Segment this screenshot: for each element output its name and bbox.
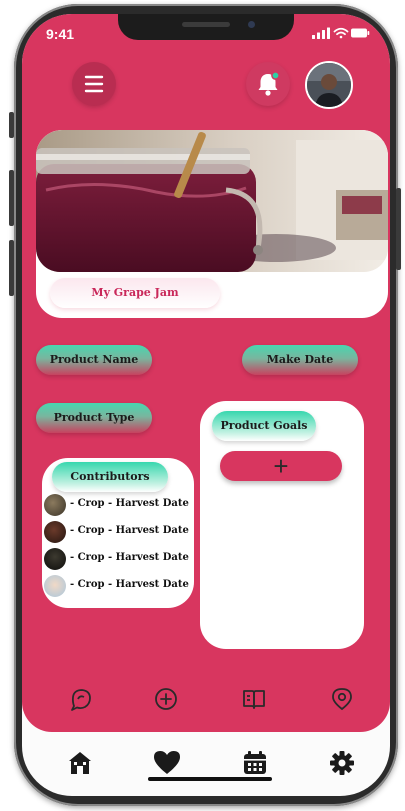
- heart-icon[interactable]: [153, 750, 181, 776]
- contributor-text: - Crop - Harvest Date: [70, 498, 189, 509]
- contributor-text: - Crop - Harvest Date: [70, 525, 189, 536]
- chat-bubble-icon[interactable]: [68, 686, 94, 712]
- user-avatar[interactable]: [305, 61, 353, 109]
- open-book-icon[interactable]: [241, 686, 267, 712]
- product-hero-card: My Grape Jam: [36, 130, 388, 318]
- add-circle-icon[interactable]: [153, 686, 179, 712]
- home-indicator: [148, 777, 272, 781]
- contributors-card: Contributors - Crop - Harvest Date - Cro…: [42, 458, 194, 608]
- phone-mute-switch: [9, 112, 14, 138]
- notification-dot: [271, 71, 280, 80]
- contributor-row[interactable]: - Crop - Harvest Date: [44, 494, 194, 518]
- gear-icon[interactable]: [329, 750, 355, 776]
- home-icon[interactable]: [67, 750, 93, 776]
- product-title[interactable]: My Grape Jam: [50, 278, 220, 308]
- contributor-row[interactable]: - Crop - Harvest Date: [44, 521, 194, 545]
- battery-icon: [351, 28, 370, 38]
- notch: [118, 14, 294, 40]
- wifi-icon: [333, 27, 349, 39]
- bell-icon: [258, 71, 280, 96]
- contributor-row[interactable]: - Crop - Harvest Date: [44, 548, 194, 572]
- phone-volume-up: [9, 170, 14, 226]
- speaker-grille: [182, 22, 230, 27]
- add-goal-button[interactable]: +: [220, 451, 342, 481]
- make-date-field[interactable]: Make Date: [242, 345, 358, 375]
- location-pin-icon[interactable]: [329, 686, 355, 712]
- status-icons: [312, 26, 370, 45]
- front-camera: [248, 21, 255, 28]
- hamburger-menu-icon: [84, 75, 104, 93]
- phone-power-button: [396, 188, 401, 270]
- calendar-icon[interactable]: [242, 750, 268, 776]
- notifications-button[interactable]: [246, 62, 290, 106]
- contributor-row[interactable]: - Crop - Harvest Date: [44, 575, 194, 599]
- menu-button[interactable]: [72, 62, 116, 106]
- app-screen: 9:41 My Grape Jam Product Name Make Date…: [22, 14, 390, 796]
- contributors-title: Contributors: [52, 462, 168, 492]
- contributor-text: - Crop - Harvest Date: [70, 552, 189, 563]
- contributor-avatar: [44, 521, 66, 543]
- contributor-avatar: [44, 548, 66, 570]
- grape-jam-jar-photo: [36, 130, 388, 272]
- product-name-field[interactable]: Product Name: [36, 345, 152, 375]
- product-type-field[interactable]: Product Type: [36, 403, 152, 433]
- signal-icon: [312, 27, 330, 39]
- status-time: 9:41: [46, 26, 75, 42]
- contributor-avatar: [44, 494, 66, 516]
- contributor-avatar: [44, 575, 66, 597]
- product-goals-title: Product Goals: [212, 411, 316, 441]
- product-goals-card: Product Goals +: [200, 401, 364, 649]
- contributor-text: - Crop - Harvest Date: [70, 579, 189, 590]
- phone-volume-down: [9, 240, 14, 296]
